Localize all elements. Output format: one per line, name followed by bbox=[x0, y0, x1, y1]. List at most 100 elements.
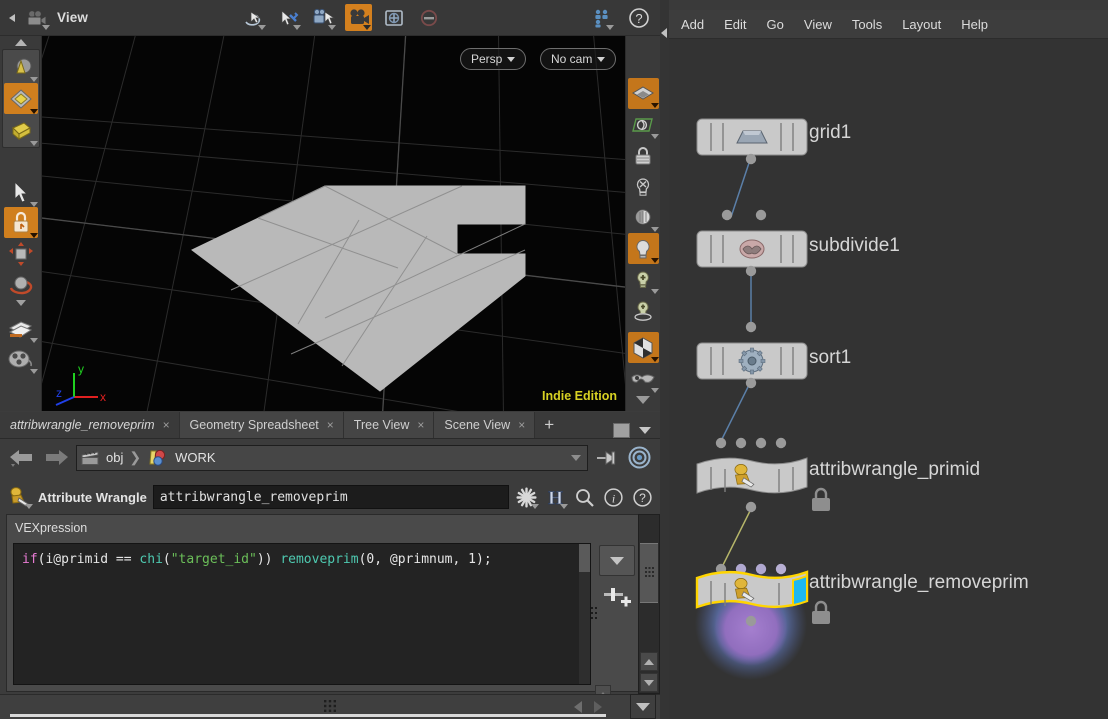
help-icon[interactable]: ? bbox=[631, 486, 654, 509]
locate-node-button[interactable] bbox=[626, 446, 652, 470]
scrollbar-thumb[interactable] bbox=[640, 543, 658, 603]
camera-icon[interactable] bbox=[24, 5, 50, 31]
prev-parameter-button[interactable] bbox=[574, 701, 582, 713]
viewport-3d[interactable]: Persp No cam x y z Indie Edition bbox=[42, 36, 625, 411]
menu-edit[interactable]: Edit bbox=[724, 17, 746, 32]
houdini-h-icon[interactable]: H bbox=[544, 486, 568, 509]
film-reel-tool[interactable] bbox=[4, 343, 38, 374]
network-canvas[interactable]: grid1 subdivide1 sort1 attribwrangle_pri… bbox=[669, 39, 1108, 719]
toolbar-scroll-left-icon[interactable] bbox=[6, 11, 20, 25]
vex-add-channel-button[interactable] bbox=[601, 583, 633, 609]
tab-scene-view[interactable]: Scene View × bbox=[434, 412, 536, 438]
svg-text:?: ? bbox=[635, 11, 642, 26]
camera-tool-button[interactable] bbox=[345, 4, 372, 31]
menu-tools[interactable]: Tools bbox=[852, 17, 882, 32]
minus-tool-button[interactable] bbox=[415, 4, 442, 31]
tool-scroll-up-icon[interactable] bbox=[14, 39, 27, 46]
viewport-right-toolbar bbox=[625, 36, 660, 411]
select-tool-button[interactable] bbox=[240, 4, 267, 31]
grip-dots-icon[interactable] bbox=[323, 700, 337, 714]
svg-text:i: i bbox=[612, 491, 615, 505]
parameter-horizontal-scrollbar[interactable] bbox=[10, 714, 606, 717]
pane-splitter[interactable] bbox=[660, 0, 669, 719]
subdivide1-output bbox=[745, 265, 757, 277]
display-wire-button[interactable] bbox=[628, 109, 659, 140]
nav-forward-button[interactable] bbox=[42, 446, 70, 470]
close-icon[interactable]: × bbox=[327, 418, 334, 432]
vexpression-label: VEXpression bbox=[15, 521, 88, 535]
handle-lock-tool[interactable] bbox=[3, 207, 38, 238]
node-subdivide1 bbox=[696, 209, 808, 277]
tab-geometry-spreadsheet[interactable]: Geometry Spreadsheet × bbox=[179, 412, 344, 438]
add-light-button[interactable] bbox=[628, 264, 659, 295]
close-icon[interactable]: × bbox=[163, 418, 170, 432]
menu-view[interactable]: View bbox=[804, 17, 832, 32]
menu-go[interactable]: Go bbox=[767, 17, 784, 32]
material-mode-button[interactable] bbox=[4, 115, 38, 146]
next-parameter-button[interactable] bbox=[594, 701, 602, 713]
people-stack-icon[interactable] bbox=[588, 4, 615, 31]
headlight-button[interactable] bbox=[628, 202, 659, 233]
scale-sheets-tool[interactable] bbox=[4, 312, 38, 343]
vex-vertical-scrollbar[interactable] bbox=[579, 544, 590, 684]
parameter-pane-scrollbar[interactable] bbox=[638, 514, 660, 694]
objects-mode-button[interactable] bbox=[4, 51, 38, 82]
scroll-down-arrow-button[interactable] bbox=[640, 673, 658, 692]
menu-help[interactable]: Help bbox=[961, 17, 988, 32]
light-on-button[interactable] bbox=[627, 233, 659, 264]
tab-tree-view[interactable]: Tree View × bbox=[343, 412, 435, 438]
viewport-persp-dropdown[interactable]: Persp bbox=[460, 48, 527, 70]
network-editor-pane: Add Edit Go View Tools Layout Help grid1… bbox=[669, 0, 1108, 719]
geometry-mode-button[interactable] bbox=[3, 83, 38, 114]
persp-label: Persp bbox=[471, 52, 503, 66]
splitter-arrow-icon[interactable] bbox=[661, 28, 667, 38]
node-label-grid1: grid1 bbox=[809, 122, 852, 143]
vex-code-text[interactable]: if(i@primid == chi("target_id")) removep… bbox=[14, 544, 590, 575]
display-cube-button[interactable] bbox=[627, 332, 659, 363]
info-icon[interactable]: i bbox=[602, 486, 625, 509]
wrangle-removeprim-output bbox=[745, 615, 757, 627]
menu-add[interactable]: Add bbox=[681, 17, 704, 32]
view-tool-button[interactable] bbox=[310, 4, 337, 31]
grid1-output-connector bbox=[745, 153, 757, 165]
lock-view-button[interactable] bbox=[628, 140, 659, 171]
vex-collapse-button[interactable] bbox=[599, 545, 635, 576]
pane-menu-icon[interactable] bbox=[639, 427, 651, 434]
operator-name-field[interactable]: attribwrangle_removeprim bbox=[152, 485, 509, 509]
ghost-glasses-button[interactable] bbox=[628, 363, 659, 394]
add-tab-button[interactable]: + bbox=[535, 412, 563, 438]
tab-label: attribwrangle_removeprim bbox=[10, 418, 155, 432]
tab-attribwrangle-removeprim[interactable]: attribwrangle_removeprim × bbox=[0, 412, 180, 438]
tab-label: Tree View bbox=[353, 418, 410, 432]
parameter-body: VEXpression if(i@primid == chi("target_i… bbox=[6, 514, 644, 719]
scroll-up-arrow-button[interactable] bbox=[640, 652, 658, 671]
maximize-pane-button[interactable] bbox=[613, 423, 630, 438]
question-circle-icon[interactable]: ? bbox=[625, 4, 652, 31]
close-icon[interactable]: × bbox=[417, 418, 424, 432]
vex-resize-grip[interactable] bbox=[591, 605, 598, 625]
lock-badge-removeprim bbox=[812, 600, 830, 624]
handle-tool-button[interactable] bbox=[275, 4, 302, 31]
display-shaded-button[interactable] bbox=[627, 78, 659, 109]
tab-label: Geometry Spreadsheet bbox=[189, 418, 319, 432]
attribute-wrangle-icon[interactable] bbox=[6, 485, 33, 509]
select-arrow-tool[interactable] bbox=[4, 176, 38, 207]
viewport-camera-dropdown[interactable]: No cam bbox=[540, 48, 617, 70]
vexpression-editor[interactable]: if(i@primid == chi("target_id")) removep… bbox=[13, 543, 591, 685]
light-point-button[interactable] bbox=[628, 295, 659, 326]
gear-icon[interactable] bbox=[515, 486, 539, 509]
zoom-tool-button[interactable] bbox=[380, 4, 407, 31]
nav-back-button[interactable] bbox=[8, 446, 36, 470]
search-icon[interactable] bbox=[573, 486, 596, 509]
pin-button[interactable] bbox=[594, 446, 620, 470]
wrangle-removeprim-input-2 bbox=[755, 563, 767, 575]
viewport-tools-more-icon[interactable] bbox=[636, 396, 650, 404]
parameter-bottom-menu-button[interactable] bbox=[630, 694, 656, 719]
move-tool-button[interactable] bbox=[4, 238, 38, 269]
path-dropdown-icon[interactable] bbox=[571, 454, 581, 461]
network-path-field[interactable]: obj ❯ WORK bbox=[76, 444, 588, 471]
menu-layout[interactable]: Layout bbox=[902, 17, 941, 32]
close-icon[interactable]: × bbox=[518, 418, 525, 432]
no-light-button[interactable] bbox=[628, 171, 659, 202]
rotate-tool-button[interactable] bbox=[4, 269, 38, 306]
